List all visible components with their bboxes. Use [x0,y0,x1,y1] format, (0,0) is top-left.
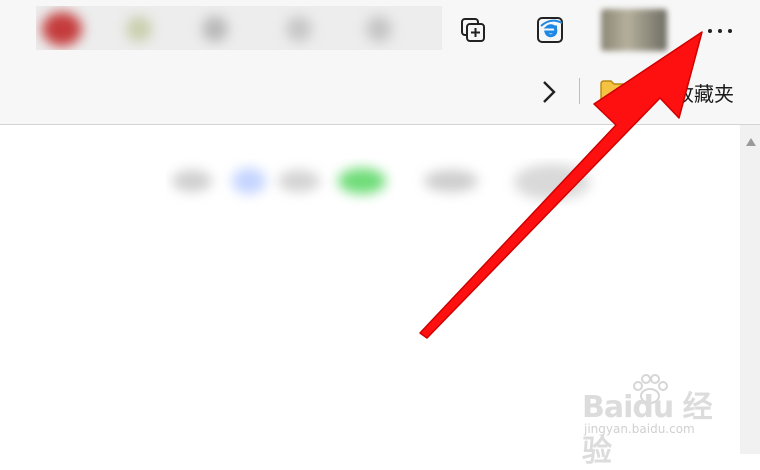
ie-mode-button[interactable] [533,12,569,48]
blurred-tabs-area [36,6,442,50]
collections-button[interactable] [455,13,491,49]
baidu-watermark: Baidu 经验 jingyan.baidu.com [582,382,722,469]
folder-icon[interactable] [599,79,631,105]
favorites-bar-divider [579,78,580,104]
more-options-button[interactable] [700,14,742,48]
collections-icon [461,18,485,42]
favorites-label[interactable]: 收藏夹 [674,78,734,107]
chevron-right-icon[interactable] [538,78,560,106]
scroll-up-arrow-icon[interactable] [746,138,756,146]
blurred-page-links [166,158,606,206]
profile-avatar[interactable] [601,9,667,51]
browser-toolbar: 收藏夹 [0,0,760,125]
more-options-icon-dot [728,29,732,33]
vertical-scrollbar[interactable] [740,125,760,454]
more-options-icon [708,29,712,33]
more-options-icon-dot [718,29,722,33]
ie-mode-icon [537,17,563,43]
watermark-url: jingyan.baidu.com [584,422,695,436]
